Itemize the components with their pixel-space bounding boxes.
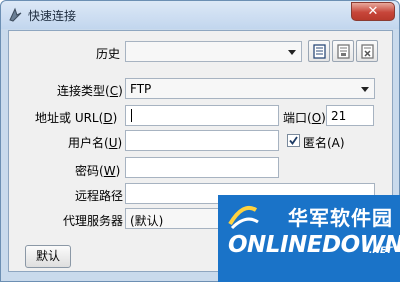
close-button[interactable]: ✕ xyxy=(351,2,395,21)
edit-history-icon xyxy=(337,44,350,59)
port-label: 端口(O) xyxy=(283,111,326,125)
port-value: 21 xyxy=(331,109,347,123)
address-label: 地址或 URL(D) xyxy=(35,111,118,125)
window-title: 快速连接 xyxy=(28,9,77,23)
address-input[interactable] xyxy=(125,105,279,126)
connection-type-label: 连接类型(C) xyxy=(57,84,123,98)
default-button[interactable]: 默认 xyxy=(25,245,71,268)
password-input[interactable] xyxy=(125,157,279,178)
checkmark-icon xyxy=(289,136,298,145)
app-icon xyxy=(9,7,22,22)
watermark-line1: 华军软件园 xyxy=(288,206,393,230)
proxy-label: 代理服务器 xyxy=(63,214,124,228)
delete-history-icon xyxy=(361,44,374,59)
password-label: 密码(W) xyxy=(75,164,121,178)
history-edit-button[interactable] xyxy=(332,40,354,62)
anonymous-label[interactable]: 匿名(A) xyxy=(303,134,345,151)
title-bar[interactable]: 快速连接 ✕ xyxy=(1,1,399,29)
username-label: 用户名(U) xyxy=(68,136,123,150)
proxy-value: (默认) xyxy=(130,214,164,228)
chevron-down-icon xyxy=(361,87,369,92)
history-label: 历史 xyxy=(96,47,121,61)
remote-path-label: 远程路径 xyxy=(75,189,124,203)
history-save-button[interactable] xyxy=(308,40,330,62)
connection-type-select[interactable]: FTP xyxy=(125,78,375,99)
username-input[interactable] xyxy=(125,130,279,151)
watermark-suffix: .NET xyxy=(369,246,393,256)
save-history-icon xyxy=(313,44,326,59)
port-input[interactable]: 21 xyxy=(326,105,374,126)
history-delete-button[interactable] xyxy=(356,40,378,62)
proxy-select[interactable]: (默认) xyxy=(125,208,220,229)
connection-type-value: FTP xyxy=(130,82,152,96)
anonymous-checkbox[interactable] xyxy=(287,134,300,147)
history-combo[interactable] xyxy=(125,41,302,62)
chevron-down-icon xyxy=(288,50,296,55)
watermark-logo-icon xyxy=(228,205,259,230)
text-cursor xyxy=(131,109,132,122)
